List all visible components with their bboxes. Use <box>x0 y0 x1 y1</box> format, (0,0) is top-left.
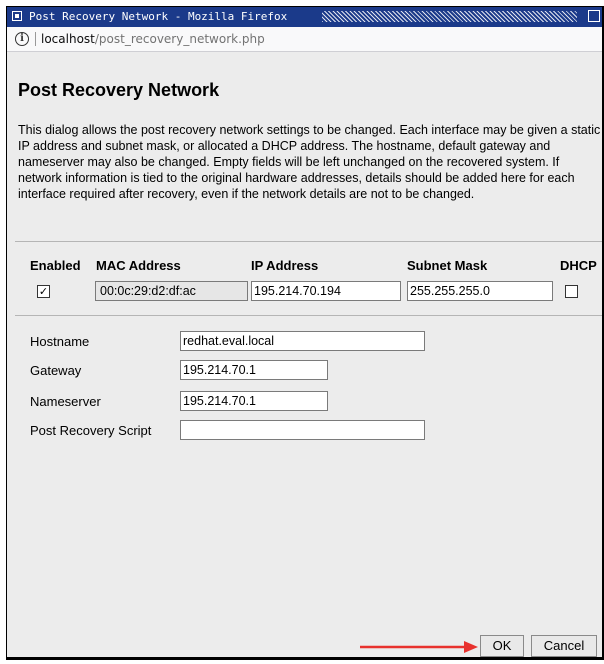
col-header-ip: IP Address <box>251 258 319 273</box>
ip-address-input[interactable]: 195.214.70.194 <box>251 281 401 301</box>
nameserver-label: Nameserver <box>30 394 101 409</box>
address-bar[interactable]: i localhost/post_recovery_network.php <box>7 27 602 52</box>
hostname-input[interactable]: redhat.eval.local <box>180 331 425 351</box>
gateway-label: Gateway <box>30 363 82 378</box>
mac-address-field: 00:0c:29:d2:df:ac <box>95 281 248 301</box>
interface-enabled-checkbox[interactable]: ✓ <box>37 285 50 298</box>
window-title: Post Recovery Network - Mozilla Firefox <box>29 10 288 23</box>
page-description: This dialog allows the post recovery net… <box>18 123 601 201</box>
url-path: /post_recovery_network.php <box>94 32 265 46</box>
window-menu-icon[interactable] <box>12 11 22 21</box>
col-header-enabled: Enabled <box>30 258 81 273</box>
titlebar-drag-area[interactable] <box>322 11 577 22</box>
nameserver-input[interactable]: 195.214.70.1 <box>180 391 328 411</box>
col-header-subnet: Subnet Mask <box>407 258 488 273</box>
divider-middle <box>15 315 602 316</box>
col-header-dhcp: DHCP <box>560 258 597 273</box>
subnet-mask-input[interactable]: 255.255.255.0 <box>407 281 553 301</box>
maximize-button[interactable] <box>588 10 600 22</box>
page-title: Post Recovery Network <box>18 80 220 100</box>
page-content: Post Recovery Network This dialog allows… <box>7 52 602 657</box>
col-header-mac: MAC Address <box>96 258 181 273</box>
dhcp-checkbox[interactable] <box>565 285 578 298</box>
arrow-pointer-icon <box>360 641 478 653</box>
cancel-button[interactable]: Cancel <box>531 635 597 657</box>
address-separator <box>35 32 36 46</box>
ok-button[interactable]: OK <box>480 635 524 657</box>
hostname-label: Hostname <box>30 334 90 349</box>
divider-top <box>15 241 602 242</box>
post-recovery-script-label: Post Recovery Script <box>30 423 152 438</box>
window-titlebar[interactable]: Post Recovery Network - Mozilla Firefox <box>7 7 602 27</box>
gateway-input[interactable]: 195.214.70.1 <box>180 360 328 380</box>
address-url[interactable]: localhost/post_recovery_network.php <box>41 32 265 46</box>
info-icon[interactable]: i <box>15 32 29 46</box>
post-recovery-script-input[interactable] <box>180 420 425 440</box>
url-host: localhost <box>41 32 95 46</box>
